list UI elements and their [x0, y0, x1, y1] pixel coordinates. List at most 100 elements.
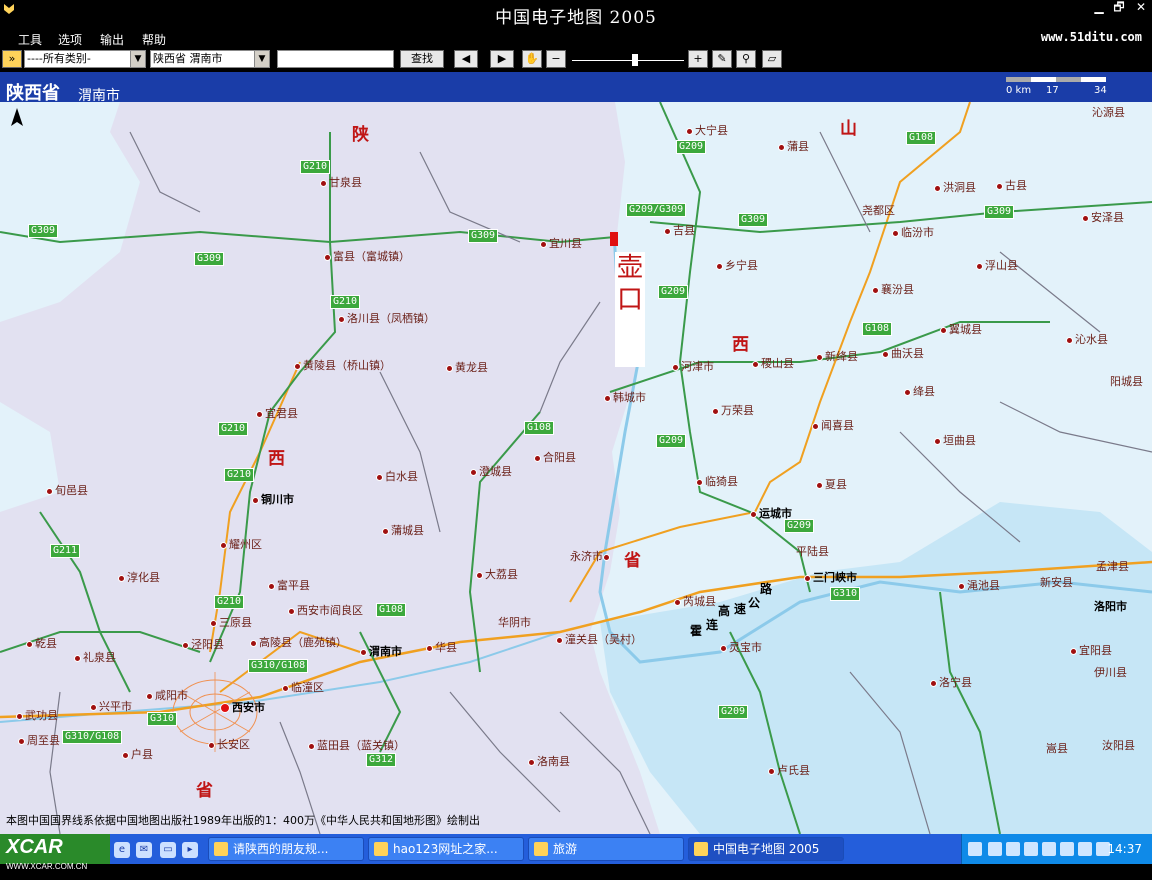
place-label[interactable]: 沁水县 [1066, 331, 1108, 347]
place-label[interactable]: 翼城县 [940, 321, 982, 337]
layers-icon[interactable]: ▱ [762, 50, 782, 68]
place-label[interactable]: 乡宁县 [716, 257, 758, 273]
tray-icon[interactable] [988, 842, 1002, 856]
hand-icon[interactable]: ✋ [522, 50, 542, 68]
place-label[interactable]: 临潼区 [282, 679, 324, 695]
place-label[interactable]: 绛县 [904, 383, 935, 399]
place-label[interactable]: 伊川县 [1094, 664, 1127, 680]
place-label[interactable]: 闻喜县 [812, 417, 854, 433]
back-icon[interactable]: ◀ [454, 50, 478, 68]
place-label[interactable]: 华县 [426, 639, 457, 655]
place-label[interactable]: 夏县 [816, 476, 847, 492]
place-label[interactable]: 吉县 [664, 222, 695, 238]
tray-expand-icon[interactable] [968, 842, 982, 856]
place-label[interactable]: 万荣县 [712, 402, 754, 418]
place-label[interactable]: 大宁县 [686, 122, 728, 138]
measure-icon[interactable]: ✎ [712, 50, 732, 68]
ie-icon[interactable]: e [114, 842, 130, 858]
place-label[interactable]: 河津市 [672, 358, 714, 374]
place-label[interactable]: 大荔县 [476, 566, 518, 582]
place-label[interactable]: 运城市 [750, 505, 792, 521]
place-label[interactable]: 甘泉县 [320, 174, 362, 190]
place-label[interactable]: 新绛县 [816, 348, 858, 364]
place-label[interactable]: 嵩县 [1046, 740, 1068, 756]
restore-button[interactable]: 🗗 [1110, 0, 1128, 14]
forward-icon[interactable]: ▶ [490, 50, 514, 68]
tray-icon[interactable] [1060, 842, 1074, 856]
tray-icon[interactable] [1006, 842, 1020, 856]
close-button[interactable]: ✕ [1132, 0, 1150, 14]
taskbar-item[interactable]: 请陕西的朋友规... [208, 837, 364, 861]
place-label[interactable]: 长安区 [208, 736, 250, 752]
place-label[interactable]: 韩城市 [604, 389, 646, 405]
place-label[interactable]: 富平县 [268, 577, 310, 593]
place-label[interactable]: 灵宝市 [720, 639, 762, 655]
map-view[interactable]: 陕西省 渭南市 0 km 17 34 陕 西 省 山 西 省 壶口 霍 连 高 … [0, 72, 1152, 834]
place-label[interactable]: 咸阳市 [146, 687, 188, 703]
zoom-in-icon[interactable]: + [688, 50, 708, 68]
place-label[interactable]: 阳城县 [1110, 373, 1143, 389]
region-select[interactable]: 陕西省 渭南市 ▼ [150, 50, 270, 68]
zoom-slider-thumb[interactable] [632, 54, 638, 66]
place-label[interactable]: 芮城县 [674, 593, 716, 609]
menu-tools[interactable]: 工具 [18, 31, 42, 48]
taskbar-item[interactable]: 旅游 [528, 837, 684, 861]
place-label[interactable]: 临汾市 [892, 224, 934, 240]
place-label[interactable]: 兴平市 [90, 698, 132, 714]
menu-output[interactable]: 输出 [100, 31, 124, 48]
place-label[interactable]: 沁源县 [1092, 104, 1125, 120]
start-button[interactable]: XCAR WWW.XCAR.COM.CN [0, 834, 110, 871]
media-icon[interactable]: ▸ [182, 842, 198, 858]
place-label[interactable]: 蒲县 [778, 138, 809, 154]
place-label[interactable]: 高陵县（鹿苑镇） [250, 634, 347, 650]
place-label[interactable]: 潼关县（吴村） [556, 631, 642, 647]
category-select[interactable]: ----所有类别- ▼ [24, 50, 146, 68]
place-label[interactable]: 新安县 [1040, 574, 1073, 590]
place-label[interactable]: 泾阳县 [182, 636, 224, 652]
place-label[interactable]: 黄陵县（桥山镇） [294, 357, 391, 373]
place-label[interactable]: 蒲城县 [382, 522, 424, 538]
place-label[interactable]: 宜阳县 [1070, 642, 1112, 658]
place-label[interactable]: 武功县 [16, 707, 58, 723]
place-label[interactable]: 合阳县 [534, 449, 576, 465]
place-label[interactable]: 三门峡市 [804, 569, 857, 585]
minimize-button[interactable]: ▁ [1090, 0, 1108, 14]
place-label[interactable]: 洛阳市 [1094, 598, 1127, 614]
place-label[interactable]: 安泽县 [1082, 209, 1124, 225]
locate-icon[interactable]: ⚲ [736, 50, 756, 68]
place-label[interactable]: 铜川市 [252, 491, 294, 507]
place-label[interactable]: 洪洞县 [934, 179, 976, 195]
place-label[interactable]: 平陆县 [796, 543, 829, 559]
place-label[interactable]: 白水县 [376, 468, 418, 484]
place-label[interactable]: 渭南市 [360, 643, 402, 659]
place-label[interactable]: 汝阳县 [1102, 737, 1135, 753]
place-label[interactable]: 宜川县 [540, 235, 582, 251]
tray-icon[interactable] [1042, 842, 1056, 856]
place-label[interactable]: 澄城县 [470, 463, 512, 479]
place-label[interactable]: 稷山县 [752, 355, 794, 371]
place-label[interactable]: 浮山县 [976, 257, 1018, 273]
place-label[interactable]: 孟津县 [1096, 558, 1129, 574]
place-label[interactable]: 洛宁县 [930, 674, 972, 690]
place-label[interactable]: 临猗县 [696, 473, 738, 489]
place-label[interactable]: 西安市阎良区 [288, 602, 363, 618]
place-label[interactable]: 宜君县 [256, 405, 298, 421]
place-label[interactable]: 耀州区 [220, 536, 262, 552]
place-label[interactable]: 淳化县 [118, 569, 160, 585]
place-label[interactable]: 洛南县 [528, 753, 570, 769]
place-label[interactable]: 旬邑县 [46, 482, 88, 498]
site-url[interactable]: www.51ditu.com [1041, 30, 1142, 44]
place-label[interactable]: 洛川县（凤栖镇） [338, 310, 435, 326]
place-label[interactable]: 华阴市 [498, 614, 531, 630]
search-input[interactable] [277, 50, 394, 68]
tray-icon[interactable] [1024, 842, 1038, 856]
chevron-button[interactable]: » [2, 50, 22, 68]
menu-options[interactable]: 选项 [58, 31, 82, 48]
search-button[interactable]: 查找 [400, 50, 444, 68]
place-label[interactable]: 西安市 [220, 699, 265, 715]
place-label[interactable]: 古县 [996, 177, 1027, 193]
place-label[interactable]: 周至县 [18, 732, 60, 748]
outlook-icon[interactable]: ✉ [136, 842, 152, 858]
desktop-icon[interactable]: ▭ [160, 842, 176, 858]
menu-help[interactable]: 帮助 [142, 31, 166, 48]
